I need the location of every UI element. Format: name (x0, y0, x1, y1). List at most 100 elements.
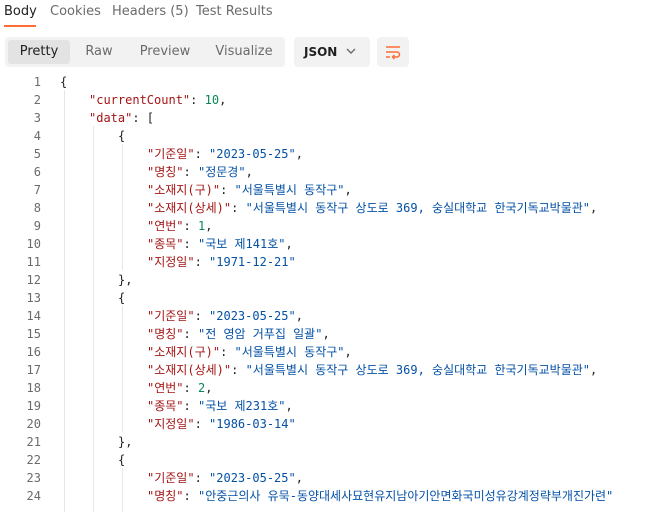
json-punctuation: : (183, 399, 198, 413)
json-punctuation: : (183, 237, 198, 251)
code-text: "기준일": "2023-05-25", (147, 307, 303, 325)
view-mode-preview-button[interactable]: Preview (129, 40, 201, 64)
response-body-editor[interactable]: 1{2 "currentCount": 10, 3 "data": [4{5 "기준일"… (0, 73, 651, 512)
tab-cookies[interactable]: Cookies (50, 4, 101, 19)
format-dropdown[interactable]: JSON (294, 37, 370, 67)
line-number: 23 (26, 471, 41, 485)
tab-body[interactable]: Body (4, 4, 37, 19)
code-line: 5 "기준일": "2023-05-25", (0, 145, 651, 163)
line-number: 15 (26, 327, 41, 341)
active-tab-indicator (4, 25, 36, 27)
code-text: "기준일": "2023-05-25", (147, 469, 303, 487)
format-dropdown-value: JSON (304, 45, 338, 59)
line-number: 8 (33, 201, 41, 215)
line-number: 1 (33, 75, 41, 89)
chevron-down-icon (346, 48, 356, 54)
code-text: { (118, 289, 125, 307)
json-string: "2023-05-25" (209, 309, 296, 323)
json-punctuation: : (183, 219, 198, 233)
line-number: 18 (26, 381, 41, 395)
json-key: "연번" (147, 219, 184, 233)
code-text: "소재지(상세)": "서울특별시 동작구 상도로 369, 숭실대학교 한국기… (147, 361, 597, 379)
code-text: "연번": 1, (147, 217, 212, 235)
json-punctuation: , (344, 183, 352, 197)
wrap-lines-button[interactable] (377, 37, 409, 67)
code-line: 18 "연번": 2, (0, 379, 651, 397)
json-string: "2023-05-25" (209, 471, 296, 485)
tab-test-results[interactable]: Test Results (196, 4, 273, 19)
json-string: "국보 제141호" (197, 237, 286, 251)
json-punctuation: : (194, 147, 210, 161)
view-mode-pretty-button[interactable]: Pretty (8, 40, 70, 64)
json-key: "명칭" (147, 327, 184, 341)
line-number: 24 (26, 489, 41, 503)
line-number: 22 (26, 453, 41, 467)
json-key: "연번" (147, 381, 184, 395)
code-line: 4{ (0, 127, 651, 145)
code-text: { (118, 127, 125, 145)
line-number: 3 (33, 111, 41, 125)
code-line: 2 "currentCount": 10, (0, 91, 651, 109)
code-line: 22 { (0, 451, 651, 469)
json-punctuation: : (194, 417, 210, 431)
code-line: 20 "지정일": "1986-03-14" (0, 415, 651, 433)
code-text: }, (118, 433, 132, 451)
json-key: "기준일" (147, 309, 195, 323)
json-punctuation: : [ (132, 111, 155, 125)
line-number: 7 (33, 183, 41, 197)
view-mode-raw-button[interactable]: Raw (73, 40, 125, 64)
code-text: "연번": 2, (147, 379, 212, 397)
line-number: 5 (33, 147, 41, 161)
code-text: "종목": "국보 제231호", (147, 397, 293, 415)
json-punctuation: : (183, 381, 198, 395)
line-number: 20 (26, 417, 41, 431)
json-string: "서울특별시 동작구 상도로 369, 숭실대학교 한국기독교박물관" (245, 363, 590, 377)
json-punctuation: : (183, 327, 198, 341)
line-number: 19 (26, 399, 41, 413)
json-key: "기준일" (147, 147, 195, 161)
json-number: 10 (204, 93, 220, 107)
response-tabs: Body Cookies Headers (5) Test Results (0, 0, 651, 28)
line-number: 14 (26, 309, 41, 323)
json-string: "전 영암 거푸집 일괄" (197, 327, 323, 341)
json-punctuation: , (205, 381, 213, 395)
line-number: 21 (26, 435, 41, 449)
line-number: 17 (26, 363, 41, 377)
json-punctuation: , (295, 147, 303, 161)
code-line: 7 "소재지(구)": "서울특별시 동작구", (0, 181, 651, 199)
json-key: "기준일" (147, 471, 195, 485)
json-punctuation: , (245, 165, 253, 179)
line-number: 2 (33, 93, 41, 107)
json-string: "서울특별시 동작구" (234, 345, 345, 359)
tab-headers[interactable]: Headers (5) (112, 4, 189, 19)
line-number: 4 (33, 129, 41, 143)
code-text: "지정일": "1986-03-14" (147, 415, 296, 433)
json-punctuation: , (344, 345, 352, 359)
code-text: "명칭": "안중근의사 유묵-동양대세사묘현유지남아기안면화국미성유강계정략부… (147, 487, 613, 505)
json-punctuation: : (183, 489, 198, 503)
json-punctuation: : (220, 345, 235, 359)
code-text: "소재지(상세)": "서울특별시 동작구 상도로 369, 숭실대학교 한국기… (147, 199, 597, 217)
json-punctuation: : (231, 201, 246, 215)
code-text: "data": [ (89, 109, 154, 127)
json-punctuation: : (190, 93, 205, 107)
json-punctuation: , (295, 471, 303, 485)
line-number: 10 (26, 237, 41, 251)
json-key: "종목" (147, 237, 184, 251)
view-mode-segmented-control: Pretty Raw Preview Visualize (5, 37, 285, 67)
code-text: }, (118, 271, 132, 289)
json-string: "국보 제231호" (197, 399, 286, 413)
json-punctuation: { (118, 291, 126, 305)
code-line: 12}, (0, 271, 651, 289)
view-mode-visualize-button[interactable]: Visualize (205, 40, 283, 64)
json-punctuation: : (231, 363, 246, 377)
code-text: "명칭": "전 영암 거푸집 일괄", (147, 325, 330, 343)
json-string: "안중근의사 유묵-동양대세사묘현유지남아기안면화국미성유강계정략부개진가련" (197, 489, 614, 503)
json-string: "1971-12-21" (209, 255, 296, 269)
json-punctuation: { (118, 453, 126, 467)
code-line: 3 "data": [ (0, 109, 651, 127)
code-text: { (60, 73, 67, 91)
code-line: 17 "소재지(상세)": "서울특별시 동작구 상도로 369, 숭실대학교 한… (0, 361, 651, 379)
code-line: 13 { (0, 289, 651, 307)
json-punctuation: , (205, 219, 213, 233)
